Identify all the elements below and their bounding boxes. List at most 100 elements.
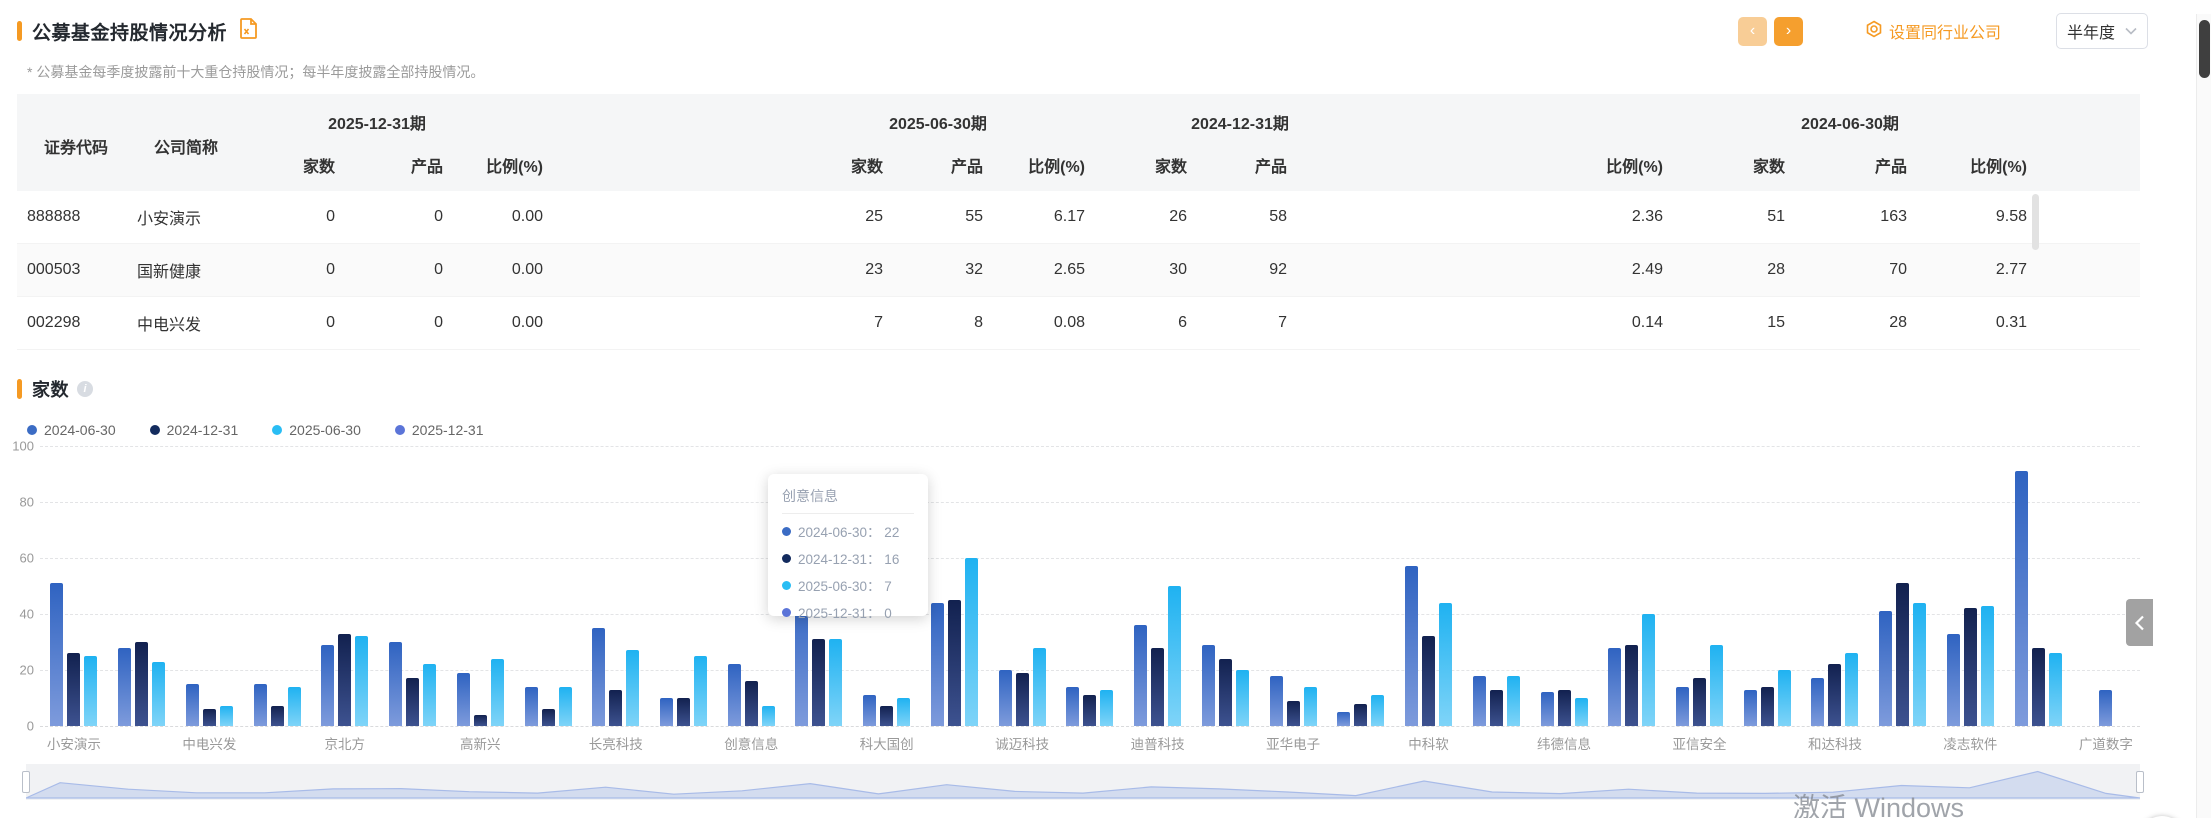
table-row[interactable]: 002298 中电兴发 0 0 0.00 7 8 0.08 6 7 0.14 15 28 0.31	[17, 297, 2140, 350]
bar-2024-12-31[interactable]	[812, 639, 826, 726]
bar-2024-06-30[interactable]	[659, 698, 673, 726]
bar-2024-06-30[interactable]	[50, 583, 64, 726]
bar-2025-06-30[interactable]	[761, 706, 775, 726]
bar-2024-06-30[interactable]	[1540, 692, 1554, 726]
bar-2024-06-30[interactable]	[118, 647, 132, 726]
next-page-button[interactable]: ›	[1773, 16, 1803, 46]
info-icon[interactable]: i	[77, 381, 93, 397]
bar-2024-12-31[interactable]	[202, 709, 216, 726]
bar-2025-06-30[interactable]	[1303, 686, 1317, 726]
bar-2024-06-30[interactable]	[456, 672, 470, 726]
bar-2024-12-31[interactable]	[1218, 658, 1232, 726]
bar-2024-06-30[interactable]	[185, 684, 199, 726]
bar-2024-06-30[interactable]	[2014, 471, 2028, 726]
bar-2024-12-31[interactable]	[1692, 678, 1706, 726]
set-peer-companies-button[interactable]: 设置同行业公司	[1865, 19, 2001, 43]
bar-2024-12-31[interactable]	[541, 709, 555, 726]
bar-2024-12-31[interactable]	[1828, 664, 1842, 726]
datazoom-right-handle[interactable]	[2136, 771, 2144, 793]
bar-2025-06-30[interactable]	[829, 639, 843, 726]
bar-2025-06-30[interactable]	[1642, 614, 1656, 726]
bar-2025-06-30[interactable]	[897, 698, 911, 726]
bar-2024-06-30[interactable]	[1337, 712, 1351, 726]
bar-2024-06-30[interactable]	[1269, 675, 1283, 726]
bar-2024-06-30[interactable]	[1675, 686, 1689, 726]
bar-2024-06-30[interactable]	[1811, 678, 1825, 726]
bar-2025-06-30[interactable]	[1777, 670, 1791, 726]
bar-2025-06-30[interactable]	[1032, 647, 1046, 726]
bar-2025-06-30[interactable]	[1913, 602, 1927, 726]
bar-2024-12-31[interactable]	[338, 633, 352, 726]
bar-2024-12-31[interactable]	[1760, 686, 1774, 726]
bar-2024-12-31[interactable]	[67, 653, 81, 726]
bar-2025-06-30[interactable]	[1100, 689, 1114, 726]
legend-item-2024-12-31[interactable]: 2024-12-31	[149, 422, 238, 438]
bar-2025-06-30[interactable]	[152, 661, 166, 726]
bar-2024-12-31[interactable]	[473, 714, 487, 726]
legend-item-2024-06-30[interactable]: 2024-06-30	[27, 422, 116, 438]
bar-2025-06-30[interactable]	[1439, 602, 1453, 726]
bar-2025-06-30[interactable]	[219, 706, 233, 726]
bar-2024-12-31[interactable]	[1557, 689, 1571, 726]
collapse-drawer-button[interactable]	[2126, 599, 2153, 646]
bar-2024-12-31[interactable]	[270, 706, 284, 726]
bar-2025-06-30[interactable]	[558, 686, 572, 726]
prev-page-button[interactable]: ‹	[1737, 16, 1767, 46]
bar-2024-06-30[interactable]	[1134, 625, 1148, 726]
bar-2025-06-30[interactable]	[626, 650, 640, 726]
bar-2024-12-31[interactable]	[609, 689, 623, 726]
bar-2024-12-31[interactable]	[947, 600, 961, 726]
bar-2024-12-31[interactable]	[880, 706, 894, 726]
bar-2024-12-31[interactable]	[1151, 647, 1165, 726]
bar-2024-06-30[interactable]	[389, 642, 403, 726]
bar-2024-12-31[interactable]	[1286, 700, 1300, 726]
bar-2025-06-30[interactable]	[1235, 670, 1249, 726]
bar-2024-06-30[interactable]	[253, 684, 267, 726]
bar-2024-06-30[interactable]	[1066, 686, 1080, 726]
bar-2024-06-30[interactable]	[863, 695, 877, 726]
bar-2024-12-31[interactable]	[1625, 644, 1639, 726]
bar-2024-12-31[interactable]	[1896, 583, 1910, 726]
bar-2024-06-30[interactable]	[930, 602, 944, 726]
bar-2024-06-30[interactable]	[1743, 689, 1757, 726]
bar-2024-12-31[interactable]	[1422, 636, 1436, 726]
bar-2024-12-31[interactable]	[2031, 647, 2045, 726]
bar-2024-12-31[interactable]	[135, 642, 149, 726]
bar-2024-12-31[interactable]	[406, 678, 420, 726]
bar-2024-06-30[interactable]	[321, 644, 335, 726]
bar-2024-06-30[interactable]	[1472, 675, 1486, 726]
bar-2024-06-30[interactable]	[1201, 644, 1215, 726]
page-scrollbar[interactable]	[2196, 14, 2211, 818]
bar-2025-06-30[interactable]	[1980, 605, 1994, 726]
page-scrollbar-thumb[interactable]	[2199, 20, 2210, 78]
bar-2024-06-30[interactable]	[727, 664, 741, 726]
bar-2024-06-30[interactable]	[592, 628, 606, 726]
bar-2025-06-30[interactable]	[1845, 653, 1859, 726]
bar-2025-06-30[interactable]	[1709, 644, 1723, 726]
bar-2025-06-30[interactable]	[1168, 586, 1182, 726]
legend-item-2025-06-30[interactable]: 2025-06-30	[272, 422, 361, 438]
bar-2024-12-31[interactable]	[1083, 695, 1097, 726]
bar-2025-06-30[interactable]	[693, 656, 707, 726]
bar-2025-06-30[interactable]	[355, 636, 369, 726]
bar-2024-12-31[interactable]	[1354, 703, 1368, 726]
bar-2025-06-30[interactable]	[1574, 698, 1588, 726]
bar-2024-12-31[interactable]	[1489, 689, 1503, 726]
bar-2025-06-30[interactable]	[2048, 653, 2062, 726]
legend-item-2025-12-31[interactable]: 2025-12-31	[394, 422, 484, 438]
table-scrollbar-thumb[interactable]	[2032, 194, 2039, 250]
bar-2025-06-30[interactable]	[490, 658, 504, 726]
bar-2025-06-30[interactable]	[1371, 695, 1385, 726]
bar-2024-06-30[interactable]	[998, 670, 1012, 726]
bar-2024-06-30[interactable]	[1946, 633, 1960, 726]
period-select[interactable]: 半年度	[2056, 13, 2148, 49]
bar-2025-06-30[interactable]	[287, 686, 301, 726]
bar-2024-12-31[interactable]	[744, 681, 758, 726]
bar-2025-06-30[interactable]	[964, 558, 978, 726]
bar-2024-06-30[interactable]	[1879, 611, 1893, 726]
bar-2025-06-30[interactable]	[84, 656, 98, 726]
export-report-icon[interactable]	[239, 18, 258, 44]
table-row[interactable]: 888888 小安演示 0 0 0.00 25 55 6.17 26 58 2.36 51 163 9.5…	[17, 191, 2140, 244]
bar-2024-12-31[interactable]	[1015, 672, 1029, 726]
bar-2024-06-30[interactable]	[2099, 689, 2113, 726]
